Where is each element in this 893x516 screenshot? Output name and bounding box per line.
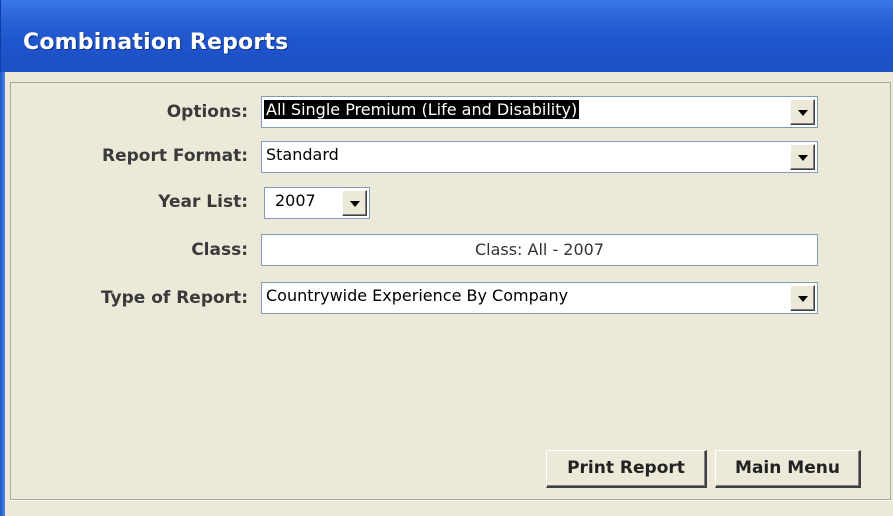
panel-divider (10, 500, 891, 501)
window-title: Combination Reports (23, 30, 289, 55)
year-list-value: 2007 (275, 191, 316, 210)
report-format-value: Standard (266, 145, 339, 164)
year-list-dropdown-button[interactable] (342, 190, 367, 216)
year-list-dropdown[interactable]: 2007 (264, 187, 370, 219)
options-dropdown[interactable]: All Single Premium (Life and Disability) (261, 96, 818, 128)
class-field[interactable]: Class: All - 2007 (261, 234, 818, 266)
chevron-down-icon (350, 201, 360, 207)
type-of-report-dropdown-button[interactable] (790, 285, 815, 311)
chevron-down-icon (798, 155, 808, 161)
options-value: All Single Premium (Life and Disability) (264, 100, 580, 119)
report-format-label: Report Format: (102, 146, 248, 166)
type-of-report-label: Type of Report: (100, 288, 248, 308)
report-format-dropdown[interactable]: Standard (261, 141, 818, 173)
type-of-report-dropdown[interactable]: Countrywide Experience By Company (261, 282, 818, 314)
print-report-button[interactable]: Print Report (546, 450, 707, 488)
chevron-down-icon (798, 110, 808, 116)
options-label: Options: (166, 102, 248, 122)
title-bar[interactable]: Combination Reports (0, 0, 893, 72)
class-label: Class: (191, 240, 248, 260)
options-dropdown-button[interactable] (790, 99, 815, 125)
type-of-report-value: Countrywide Experience By Company (266, 286, 569, 305)
chevron-down-icon (798, 296, 808, 302)
report-format-dropdown-button[interactable] (790, 144, 815, 170)
year-list-label: Year List: (158, 192, 248, 212)
main-menu-button[interactable]: Main Menu (715, 450, 861, 488)
report-window: Combination Reports Options: All Single … (0, 0, 893, 516)
